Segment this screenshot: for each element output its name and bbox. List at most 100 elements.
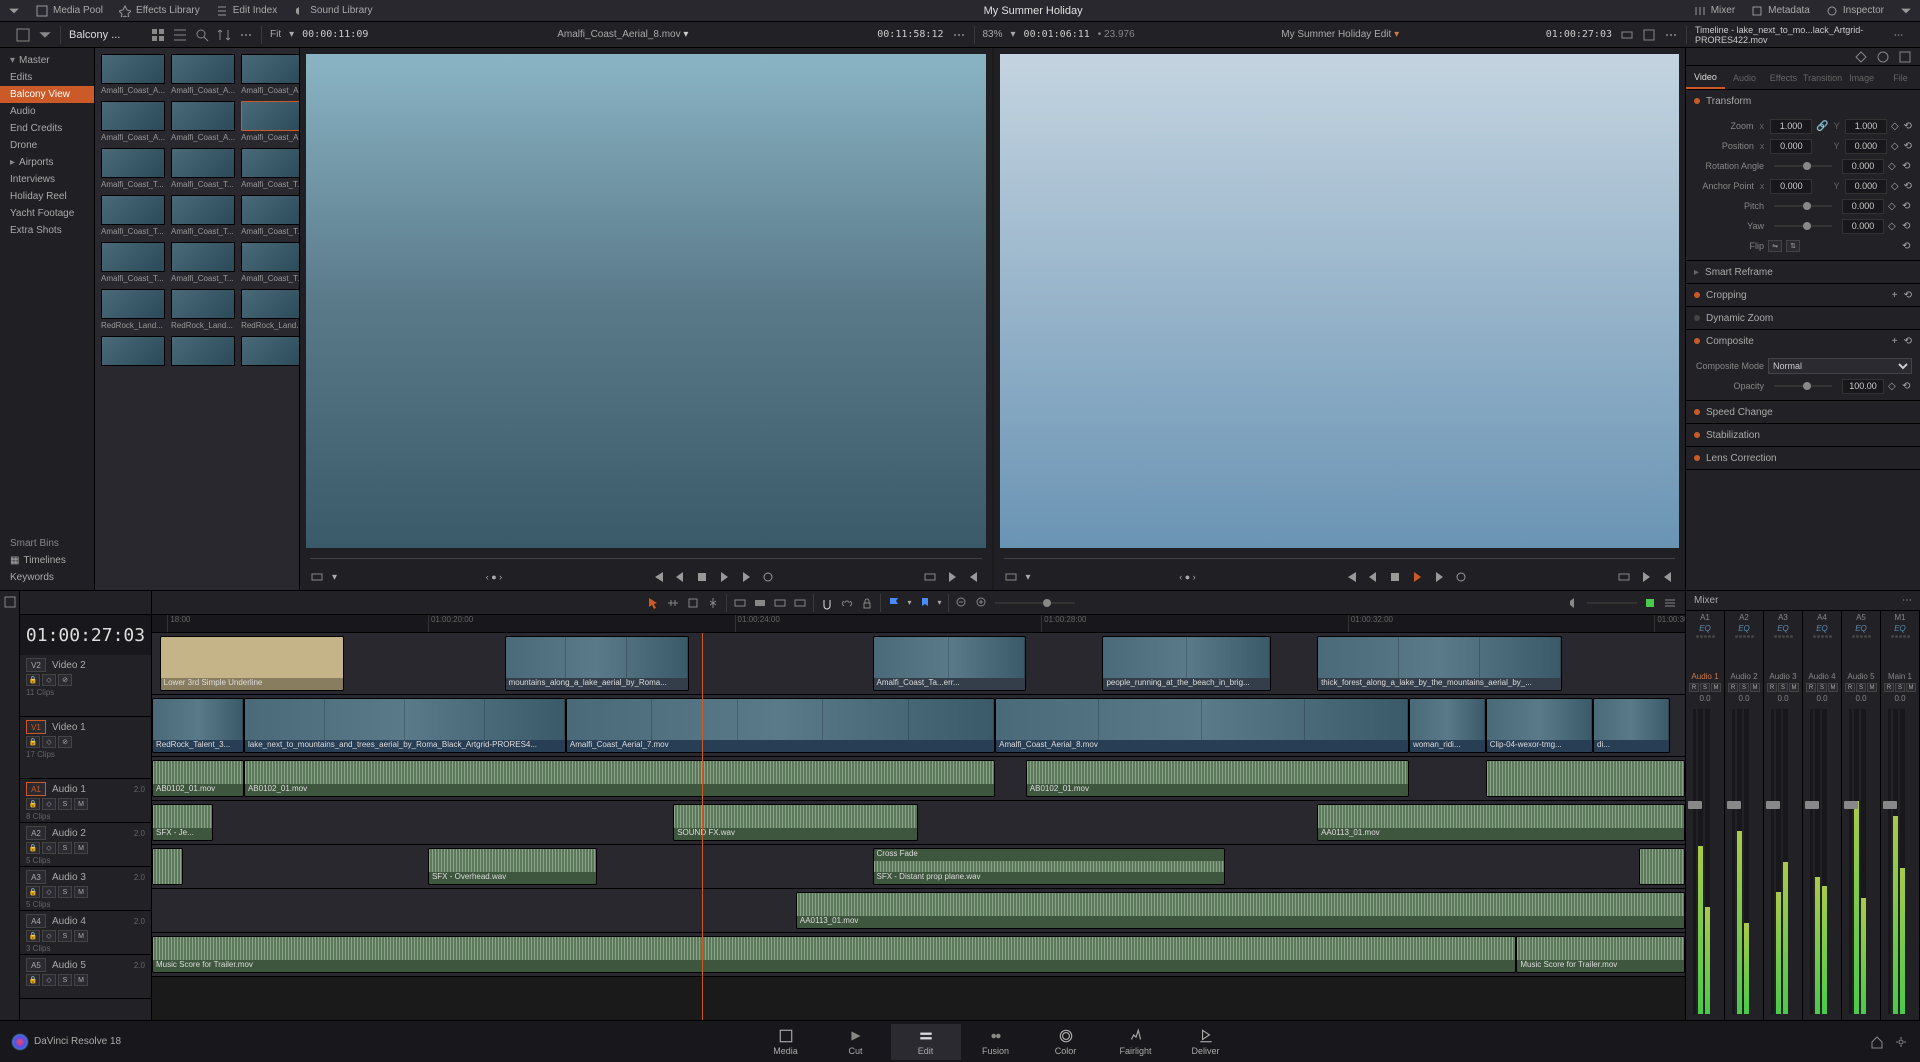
mute-btn[interactable]: M — [74, 974, 88, 986]
kf-icon[interactable]: ◇ — [1891, 121, 1900, 131]
timeline-clip[interactable]: Cross FadeSFX - Distant prop plane.wav — [873, 848, 1226, 885]
media-clip[interactable]: Amalfi_Coast_A... — [101, 101, 165, 142]
track-header-v1[interactable]: V1Video 1 🔒◇⊘ 17 Clips — [20, 717, 151, 779]
auto-select-btn[interactable]: ◇ — [42, 736, 56, 748]
fit-to-fill-icon[interactable] — [793, 596, 807, 610]
timeline-clip[interactable] — [1486, 760, 1685, 797]
auto-select-btn[interactable]: ◇ — [42, 930, 56, 942]
kf-icon[interactable]: ◇ — [1891, 181, 1900, 191]
kf-icon[interactable]: ◇ — [1888, 201, 1898, 211]
timeline-clip[interactable]: AB0102_01.mov — [152, 760, 244, 797]
media-clip[interactable]: Amalfi_Coast_T... — [241, 195, 299, 236]
timeline-clip[interactable]: SOUND FX.wav — [673, 804, 918, 841]
reset-icon[interactable]: ⟲ — [1902, 221, 1912, 231]
program-zoom[interactable]: 83% — [983, 29, 1003, 40]
reset-icon[interactable]: ⟲ — [1902, 201, 1912, 211]
in-point-icon[interactable] — [945, 570, 959, 584]
lock-btn[interactable]: 🔒 — [26, 974, 40, 986]
timeline-clip[interactable]: mountains_along_a_lake_aerial_by_Roma... — [505, 636, 689, 691]
overwrite-icon[interactable] — [753, 596, 767, 610]
source-canvas[interactable] — [306, 54, 986, 548]
timeline-clip[interactable]: people_running_at_the_beach_in_brig... — [1102, 636, 1271, 691]
out-point-icon[interactable] — [1661, 570, 1675, 584]
kf-icon[interactable]: ◇ — [1891, 141, 1900, 151]
timeline-clip[interactable]: Amalfi_Coast_Aerial_7.mov — [566, 698, 995, 753]
bin-extra-shots[interactable]: Extra Shots — [0, 222, 94, 239]
auto-select-btn[interactable]: ◇ — [42, 798, 56, 810]
next-frame-icon[interactable] — [739, 570, 753, 584]
kf-icon[interactable]: ◇ — [1888, 161, 1898, 171]
sound-library-toggle[interactable]: Sound Library — [293, 5, 372, 17]
reset-icon[interactable]: ⟲ — [1903, 141, 1912, 151]
flip-h[interactable]: ⇋ — [1768, 240, 1782, 252]
media-clip[interactable]: Amalfi_Coast_A... — [241, 101, 299, 142]
timeline-clip[interactable]: thick_forest_along_a_lake_by_the_mountai… — [1317, 636, 1562, 691]
prev-frame-icon[interactable] — [673, 570, 687, 584]
media-clip[interactable]: Amalfi_Coast_T... — [101, 148, 165, 189]
media-clip[interactable]: Amalfi_Coast_A... — [171, 54, 235, 95]
composite-mode[interactable]: Normal — [1768, 358, 1912, 374]
edit-index-toggle[interactable]: Edit Index — [216, 5, 277, 17]
media-clip[interactable]: Amalfi_Coast_A... — [171, 101, 235, 142]
lens-correction-header[interactable]: Lens Correction — [1686, 447, 1920, 469]
media-clip[interactable]: Amalfi_Coast_T... — [241, 242, 299, 283]
reset-icon[interactable] — [1876, 50, 1890, 64]
smart-bin-keywords[interactable]: Keywords — [0, 569, 94, 586]
source-scrubber[interactable] — [310, 554, 982, 564]
solo-btn[interactable]: S — [58, 798, 72, 810]
timeline-name[interactable]: My Summer Holiday Edit ▾ — [1143, 29, 1538, 40]
timeline-clip[interactable]: AB0102_01.mov — [1026, 760, 1409, 797]
zoom-out-icon[interactable] — [955, 596, 969, 610]
first-frame-icon[interactable] — [651, 570, 665, 584]
prev-frame-icon[interactable] — [1366, 570, 1380, 584]
metadata-toggle[interactable]: Metadata — [1751, 5, 1810, 17]
rotation-val[interactable] — [1842, 159, 1884, 174]
pitch-slider[interactable] — [1774, 205, 1832, 207]
solo-btn[interactable]: S — [58, 974, 72, 986]
first-frame-icon[interactable] — [1344, 570, 1358, 584]
auto-select-btn[interactable]: ◇ — [42, 886, 56, 898]
more-icon[interactable] — [1893, 28, 1904, 42]
timeline-clip[interactable]: lake_next_to_mountains_and_trees_aerial_… — [244, 698, 566, 753]
blade-tool-icon[interactable] — [706, 596, 720, 610]
mixer-strip[interactable]: A3EQ Audio 3 RSM 0.0 — [1764, 611, 1803, 1020]
match-icon[interactable] — [923, 570, 937, 584]
composite-header[interactable]: Composite+⟲ — [1686, 330, 1920, 352]
opacity-val[interactable] — [1842, 379, 1884, 394]
flag-icon[interactable] — [887, 596, 901, 610]
track-header-a3[interactable]: A3Audio 32.0 🔒◇SM 5 Clips — [20, 867, 151, 911]
kf-icon[interactable]: ◇ — [1888, 381, 1898, 391]
timeline-clip[interactable]: woman_ridi... — [1409, 698, 1486, 753]
lock-btn[interactable]: 🔒 — [26, 674, 40, 686]
search-icon[interactable] — [195, 28, 209, 42]
inspector-tab-image[interactable]: Image — [1842, 66, 1881, 89]
effects-library-toggle[interactable]: Effects Library — [119, 5, 200, 17]
speed-change-header[interactable]: Speed Change — [1686, 401, 1920, 423]
media-clip[interactable]: Amalfi_Coast_T... — [101, 242, 165, 283]
more-icon[interactable] — [952, 28, 966, 42]
timeline-clip[interactable]: Music Score for Trailer.mov — [152, 936, 1516, 973]
timeline-clip[interactable] — [152, 848, 183, 885]
lock-btn[interactable]: 🔒 — [26, 798, 40, 810]
solo-btn[interactable]: S — [58, 842, 72, 854]
media-clip[interactable]: Amalfi_Coast_A... — [241, 54, 299, 95]
loop-icon[interactable] — [1454, 570, 1468, 584]
match-frame[interactable]: ‹ ● › — [486, 572, 502, 582]
auto-select-btn[interactable]: ◇ — [42, 842, 56, 854]
bin-interviews[interactable]: Interviews — [0, 171, 94, 188]
inspector-tab-effects[interactable]: Effects — [1764, 66, 1803, 89]
program-scrubber[interactable] — [1004, 554, 1676, 564]
lock-btn[interactable]: 🔒 — [26, 886, 40, 898]
timeline-clip[interactable]: SFX - Je... — [152, 804, 213, 841]
track-header-a1[interactable]: A1Audio 12.0 🔒◇SM 8 Clips — [20, 779, 151, 823]
opacity-slider[interactable] — [1774, 385, 1832, 387]
anchor-x[interactable] — [1770, 179, 1812, 194]
match-frame[interactable]: ‹ ● › — [1179, 572, 1195, 582]
stop-icon[interactable] — [1388, 570, 1402, 584]
media-clip[interactable]: Amalfi_Coast_T... — [171, 195, 235, 236]
media-pool-toggle[interactable]: Media Pool — [36, 5, 103, 17]
inspector-toggle[interactable]: Inspector — [1826, 5, 1884, 17]
solo-btn[interactable]: S — [58, 930, 72, 942]
mute-btn[interactable]: M — [74, 842, 88, 854]
single-viewer-icon[interactable] — [1642, 28, 1656, 42]
